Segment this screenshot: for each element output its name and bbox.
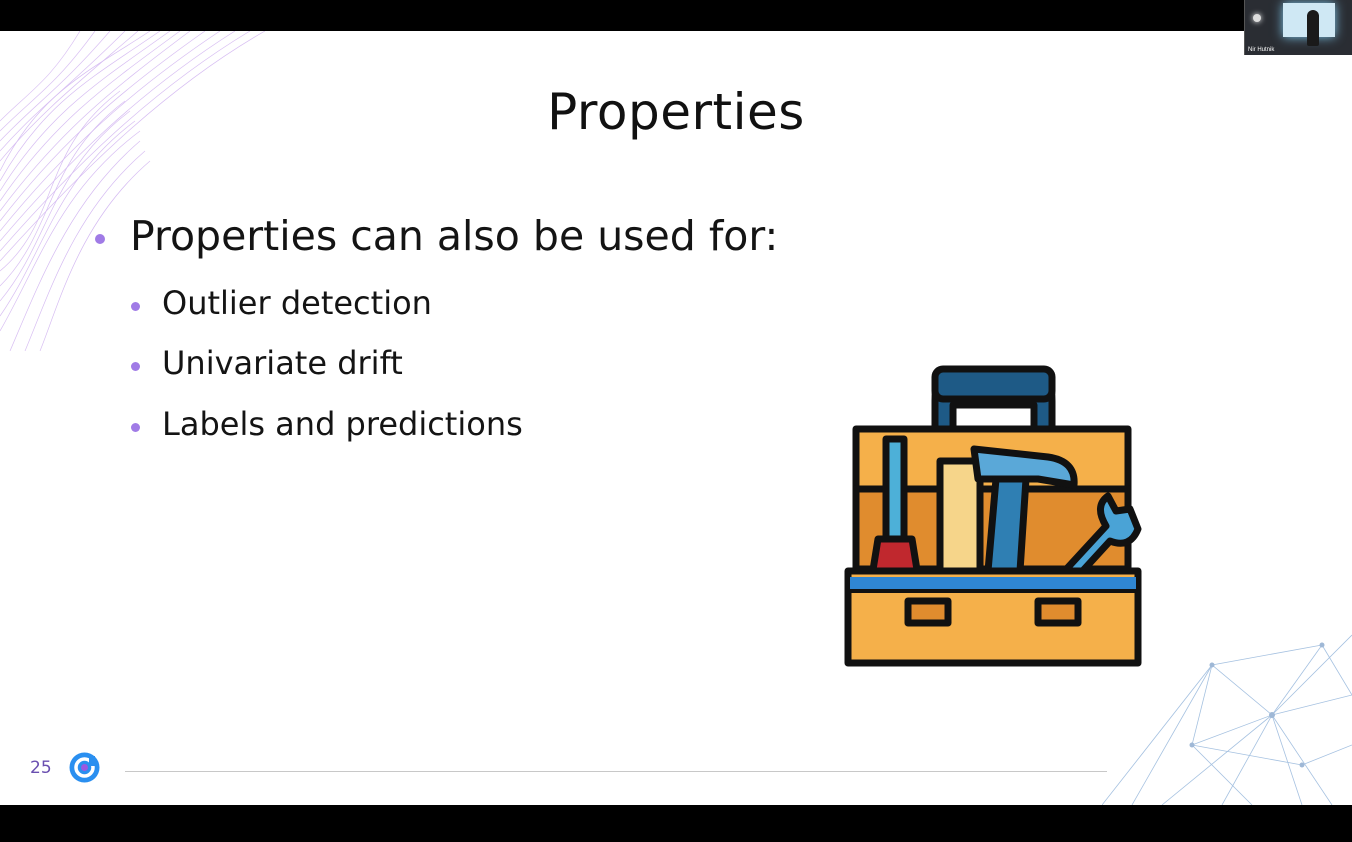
bullet-sub-item: Univariate drift (131, 344, 403, 382)
bullet-sub-text: Outlier detection (162, 284, 432, 322)
company-logo-icon (69, 752, 100, 783)
bullet-sub-text: Univariate drift (162, 344, 403, 382)
bullet-sub-text: Labels and predictions (162, 405, 523, 443)
footer-divider (125, 771, 1107, 772)
bullet-sub-item: Outlier detection (131, 284, 432, 322)
bullet-main: Properties can also be used for: (95, 212, 779, 260)
bullet-dot (131, 302, 140, 311)
bullet-sub-item: Labels and predictions (131, 405, 523, 443)
webcam-participant-name: Nir Hutnik (1248, 47, 1275, 53)
webcam-thumbnail[interactable]: Nir Hutnik (1244, 0, 1352, 55)
toolbox-icon (844, 365, 1142, 667)
ceiling-light (1253, 14, 1261, 22)
bullet-dot (131, 423, 140, 432)
slide-title: Properties (547, 83, 805, 141)
bullet-dot (131, 362, 140, 371)
bullet-dot (95, 234, 105, 244)
presenter-figure (1307, 10, 1319, 46)
presentation-frame: Nir Hutnik Properties Properties can als… (0, 0, 1352, 842)
page-number: 25 (30, 758, 52, 778)
bullet-main-text: Properties can also be used for: (130, 212, 779, 260)
slide: Properties Properties can also be used f… (0, 31, 1352, 805)
